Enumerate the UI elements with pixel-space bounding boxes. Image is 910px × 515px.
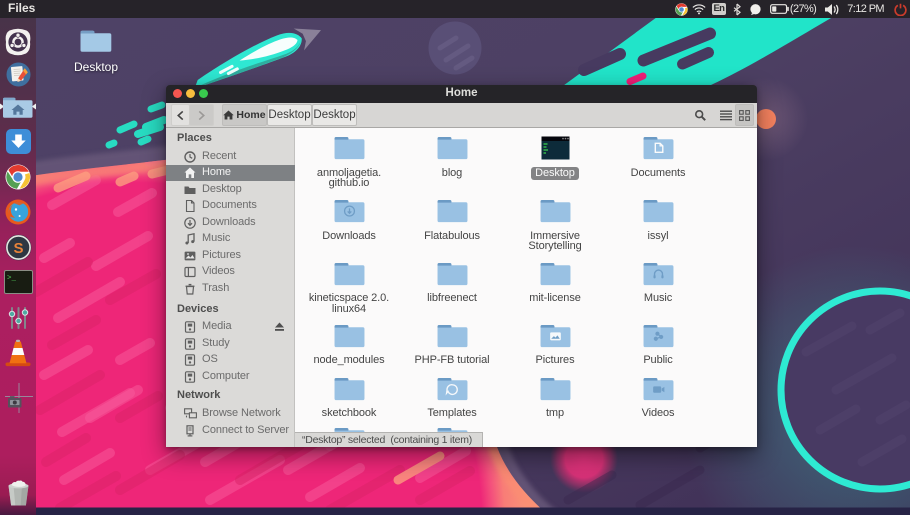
svg-text:>_: >_ [7, 275, 17, 283]
svg-text:S: S [13, 240, 23, 257]
